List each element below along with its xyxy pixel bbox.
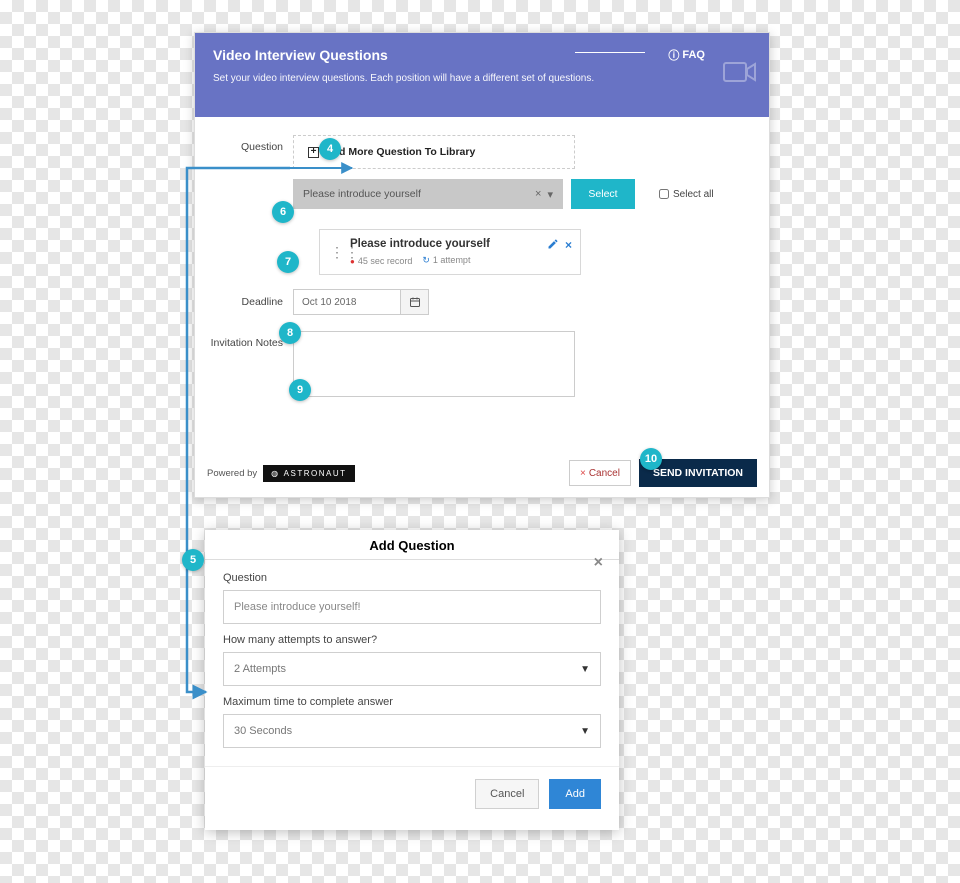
cancel-button[interactable]: × Cancel [569, 460, 631, 486]
clear-icon[interactable]: × [535, 188, 541, 201]
panel-footer: Powered by ◍ ASTRONAUT × Cancel SEND INV… [195, 459, 769, 487]
question-card: ⋮⋮ Please introduce yourself 45 sec reco… [319, 229, 581, 275]
callout-6: 6 [272, 201, 294, 223]
callout-9: 9 [289, 379, 311, 401]
faq-link[interactable]: ⓘ FAQ [668, 47, 705, 63]
select-button[interactable]: Select [571, 179, 635, 209]
modal-attempts-label: How many attempts to answer? [223, 634, 601, 646]
select-all-checkbox[interactable]: Select all [659, 189, 714, 200]
attempt-count: 1 attempt [422, 255, 470, 266]
modal-add-button[interactable]: Add [549, 779, 601, 809]
callout-4: 4 [319, 138, 341, 160]
astronaut-icon: ◍ [271, 469, 279, 478]
invitation-notes-textarea[interactable] [293, 331, 575, 397]
calendar-icon[interactable] [401, 289, 429, 315]
modal-question-input[interactable] [223, 590, 601, 624]
add-question-modal: Add Question × Question How many attempt… [205, 530, 619, 830]
question-label: Question [207, 135, 293, 153]
callout-10: 10 [640, 448, 662, 470]
question-dropdown[interactable]: Please introduce yourself × ▾ [293, 179, 563, 209]
astronaut-brand: ASTRONAUT [284, 469, 347, 478]
modal-maxtime-value: 30 Seconds [234, 725, 292, 737]
add-library-label: Add More Question To Library [325, 146, 475, 158]
modal-maxtime-label: Maximum time to complete answer [223, 696, 601, 708]
drag-handle-icon[interactable]: ⋮⋮ [330, 238, 340, 266]
plus-icon: + [308, 147, 319, 158]
cancel-label: Cancel [589, 468, 620, 479]
deadline-label: Deadline [207, 296, 293, 308]
modal-attempts-select[interactable]: 2 Attempts ▼ [223, 652, 601, 686]
chevron-down-icon: ▼ [580, 726, 590, 737]
edit-icon[interactable] [547, 238, 559, 253]
callout-8: 8 [279, 322, 301, 344]
select-all-label: Select all [673, 189, 714, 200]
help-icon: ⓘ [668, 47, 679, 63]
faq-label: FAQ [682, 49, 705, 61]
dropdown-value: Please introduce yourself [303, 188, 421, 200]
modal-maxtime-select[interactable]: 30 Seconds ▼ [223, 714, 601, 748]
page-subtitle: Set your video interview questions. Each… [213, 73, 751, 84]
panel-header: Video Interview Questions Set your video… [195, 33, 769, 117]
modal-cancel-button[interactable]: Cancel [475, 779, 539, 809]
close-icon[interactable]: × [565, 238, 572, 253]
video-camera-icon [723, 59, 757, 90]
callout-5: 5 [182, 549, 204, 571]
close-icon[interactable]: × [594, 554, 603, 572]
chevron-down-icon: ▼ [580, 664, 590, 675]
modal-question-label: Question [223, 572, 601, 584]
record-duration: 45 sec record [350, 256, 412, 266]
question-card-title: Please introduce yourself [350, 238, 490, 250]
select-all-input[interactable] [659, 189, 669, 199]
powered-by-label: Powered by [207, 468, 257, 479]
close-icon: × [580, 468, 586, 479]
modal-title: Add Question [223, 538, 601, 553]
astronaut-badge: ◍ ASTRONAUT [263, 465, 354, 482]
divider [575, 52, 645, 53]
divider [205, 559, 619, 560]
chevron-down-icon: ▾ [547, 188, 553, 201]
deadline-input[interactable] [293, 289, 401, 315]
modal-attempts-value: 2 Attempts [234, 663, 286, 675]
callout-7: 7 [277, 251, 299, 273]
